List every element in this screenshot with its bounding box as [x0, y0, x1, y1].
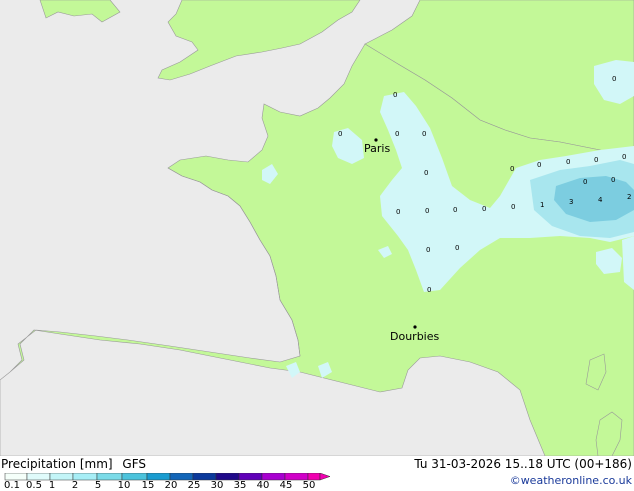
legend-tick-label: 25 [187, 480, 201, 491]
cell-value: 2 [627, 193, 631, 201]
cell-value: 0 [426, 246, 430, 254]
legend-swatch [96, 473, 123, 481]
legend-arrow [319, 473, 331, 481]
cell-value: 4 [598, 196, 603, 204]
legend-swatch [192, 473, 217, 481]
legend-swatch [49, 473, 74, 481]
legend-swatch [307, 473, 321, 481]
credit-link[interactable]: ©weatheronline.co.uk [510, 474, 632, 487]
legend-tick-label: 35 [233, 480, 247, 491]
legend-tick-label: 40 [256, 480, 270, 491]
cell-value: 0 [612, 75, 616, 83]
legend-swatch [26, 473, 51, 481]
legend-swatch [284, 473, 309, 481]
legend-swatch [4, 473, 28, 481]
map-title: Precipitation [mm] GFS [1, 457, 146, 471]
cell-value: 0 [455, 244, 459, 252]
cell-value: 0 [425, 207, 429, 215]
legend-swatch [169, 473, 194, 481]
city-label: Paris [364, 142, 390, 155]
cell-value: 0 [594, 156, 598, 164]
legend-tick-label: 15 [141, 480, 155, 491]
cell-value: 3 [569, 198, 573, 206]
legend-tick-label: 0.1 [4, 480, 20, 491]
legend-tick-label: 5 [94, 480, 102, 491]
title-text: Precipitation [mm] [1, 457, 113, 471]
legend-tick-label: 10 [117, 480, 131, 491]
cell-value: 0 [511, 203, 515, 211]
forecast-datetime: Tu 31-03-2026 15..18 UTC (00+186) [414, 457, 632, 471]
cell-value: 0 [482, 205, 486, 213]
cell-value: 0 [583, 178, 587, 186]
cell-value: 0 [537, 161, 541, 169]
city-label: Dourbies [390, 330, 440, 343]
cell-value: 0 [611, 176, 615, 184]
model-text: GFS [122, 457, 146, 471]
cell-value: 0 [453, 206, 457, 214]
cell-value: 0 [393, 91, 397, 99]
cell-value: 0 [395, 130, 399, 138]
legend-tick-label: 0.5 [26, 480, 42, 491]
legend-swatch [215, 473, 240, 481]
legend-tick-label: 1 [48, 480, 56, 491]
legend-tick-label: 2 [71, 480, 79, 491]
legend-swatch [72, 473, 98, 481]
cell-value: 0 [622, 153, 626, 161]
legend-swatch [121, 473, 148, 481]
cell-value: 0 [427, 286, 431, 294]
legend-swatch [238, 473, 263, 481]
cell-value: 0 [510, 165, 514, 173]
cell-value: 0 [338, 130, 342, 138]
legend-tick-label: 20 [164, 480, 178, 491]
legend-swatch [146, 473, 171, 481]
legend-tick-label: 30 [210, 480, 224, 491]
legend-tick-label: 50 [302, 480, 316, 491]
cell-value: 0 [424, 169, 428, 177]
legend-tick-label: 45 [279, 480, 293, 491]
cell-value: 0 [422, 130, 426, 138]
cell-value: 0 [566, 158, 570, 166]
cell-value: 0 [396, 208, 400, 216]
cell-value: 1 [540, 201, 544, 209]
precipitation-map: Paris Dourbies 0 0 0 0 0 0 0 0 0 0 0 0 0… [0, 0, 634, 456]
legend-swatch [261, 473, 286, 481]
